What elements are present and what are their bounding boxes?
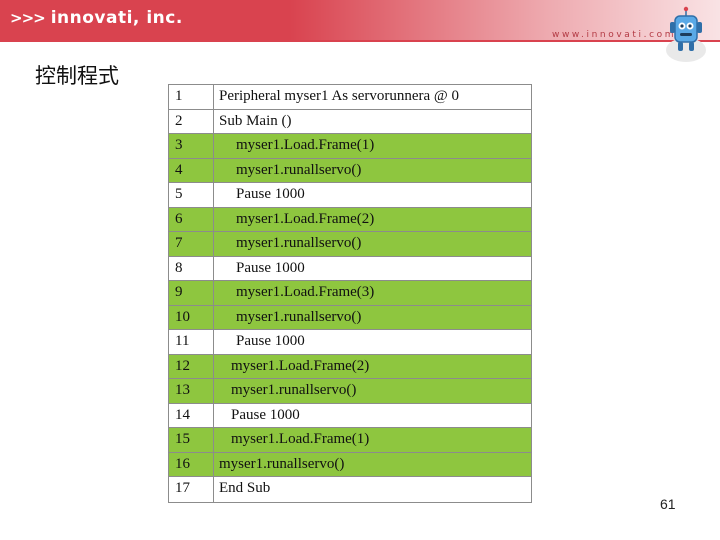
line-number: 16	[175, 455, 190, 472]
column-divider	[213, 134, 214, 158]
line-number: 1	[175, 88, 183, 104]
column-divider	[213, 452, 214, 476]
code-text: myser1.runallservo()	[236, 235, 362, 251]
code-text: myser1.Load.Frame(1)	[231, 431, 370, 447]
line-number: 10	[175, 308, 190, 325]
code-line-row: 2 Sub Main ()	[169, 109, 531, 134]
code-text: myser1.runallservo()	[236, 161, 362, 178]
line-number: 9	[175, 284, 183, 300]
column-divider	[213, 330, 214, 354]
line-number: 4	[175, 161, 183, 178]
line-number: 7	[175, 235, 183, 251]
line-number: 14	[175, 406, 190, 423]
column-divider	[213, 109, 214, 133]
robot-icon	[666, 6, 706, 62]
column-divider	[213, 232, 214, 256]
code-text: Pause 1000	[236, 186, 305, 202]
slide-title: 控制程式	[35, 64, 119, 88]
code-line-row: 9 myser1.Load.Frame(3)	[169, 281, 531, 306]
column-divider	[213, 305, 214, 329]
code-line-row: 1 Peripheral myser1 As servorunnera @ 0	[169, 85, 531, 110]
code-text: myser1.runallservo()	[219, 455, 345, 472]
line-number: 6	[175, 210, 183, 227]
code-line-row: 16 myser1.runallservo()	[169, 452, 531, 477]
brand-logo: >>> innovati, inc.	[10, 8, 183, 28]
code-line-row: 8 Pause 1000	[169, 256, 531, 281]
code-text: Pause 1000	[236, 333, 305, 349]
line-number: 3	[175, 137, 183, 153]
column-divider	[213, 477, 214, 502]
code-line-row: 3 myser1.Load.Frame(1)	[169, 134, 531, 159]
code-text: myser1.Load.Frame(2)	[231, 357, 370, 374]
brand-name: innovati, inc.	[50, 8, 183, 28]
column-divider	[213, 354, 214, 378]
code-line-row: 10 myser1.runallservo()	[169, 305, 531, 330]
code-text: Peripheral myser1 As servorunnera @ 0	[219, 88, 459, 104]
line-number: 8	[175, 259, 183, 276]
code-text: myser1.runallservo()	[231, 382, 357, 398]
header-underline	[0, 40, 720, 42]
code-line-row: 15 myser1.Load.Frame(1)	[169, 428, 531, 453]
column-divider	[213, 428, 214, 452]
code-line-row: 11 Pause 1000	[169, 330, 531, 355]
column-divider	[213, 183, 214, 207]
column-divider	[213, 379, 214, 403]
code-text: Pause 1000	[231, 406, 300, 423]
code-line-row: 12 myser1.Load.Frame(2)	[169, 354, 531, 379]
code-line-row: 17 End Sub	[169, 477, 531, 502]
code-line-row: 4 myser1.runallservo()	[169, 158, 531, 183]
code-text: End Sub	[219, 480, 271, 496]
code-text: myser1.Load.Frame(3)	[236, 284, 375, 300]
code-text: myser1.Load.Frame(2)	[236, 210, 375, 227]
column-divider	[213, 207, 214, 231]
column-divider	[213, 403, 214, 427]
code-line-row: 6 myser1.Load.Frame(2)	[169, 207, 531, 232]
code-listing-table: 1 Peripheral myser1 As servorunnera @ 0 2 S…	[168, 84, 532, 503]
code-line-row: 7 myser1.runallservo()	[169, 232, 531, 257]
column-divider	[213, 281, 214, 305]
code-text: Pause 1000	[236, 259, 305, 276]
line-number: 15	[175, 431, 190, 447]
code-text: Sub Main ()	[219, 112, 292, 129]
code-line-row: 5 Pause 1000	[169, 183, 531, 208]
column-divider	[213, 158, 214, 182]
page-number: 61	[660, 496, 676, 512]
line-number: 12	[175, 357, 190, 374]
code-line-row: 13 myser1.runallservo()	[169, 379, 531, 404]
code-line-row: 14 Pause 1000	[169, 403, 531, 428]
line-number: 5	[175, 186, 183, 202]
chevron-arrows-icon: >>>	[10, 9, 46, 27]
column-divider	[213, 256, 214, 280]
code-text: myser1.runallservo()	[236, 308, 362, 325]
code-text: myser1.Load.Frame(1)	[236, 137, 375, 153]
column-divider	[213, 85, 214, 109]
line-number: 13	[175, 382, 190, 398]
line-number: 11	[175, 333, 190, 349]
line-number: 17	[175, 480, 190, 496]
line-number: 2	[175, 112, 183, 129]
